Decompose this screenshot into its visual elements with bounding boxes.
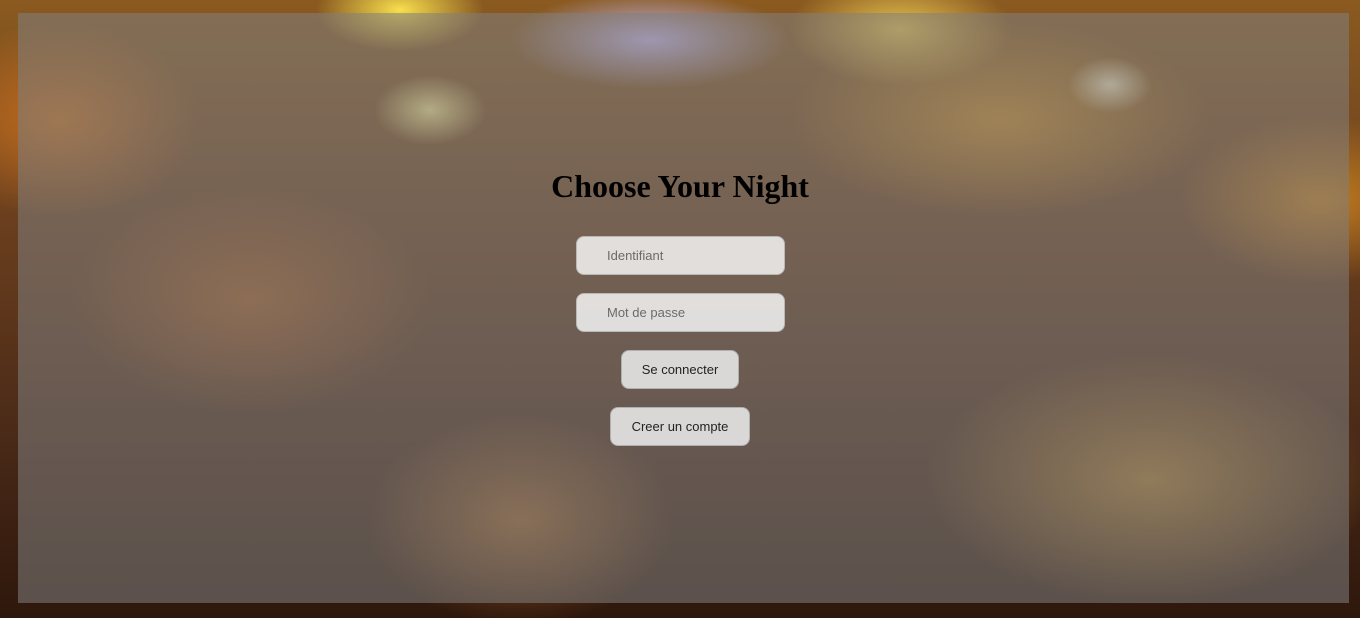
page-title: Choose Your Night (551, 168, 809, 204)
create-account-button[interactable]: Creer un compte (610, 407, 750, 446)
username-input[interactable] (576, 236, 785, 275)
password-input[interactable] (576, 293, 785, 332)
login-panel: Choose Your Night Se connecter Creer un … (0, 0, 1360, 618)
login-button[interactable]: Se connecter (621, 350, 739, 389)
